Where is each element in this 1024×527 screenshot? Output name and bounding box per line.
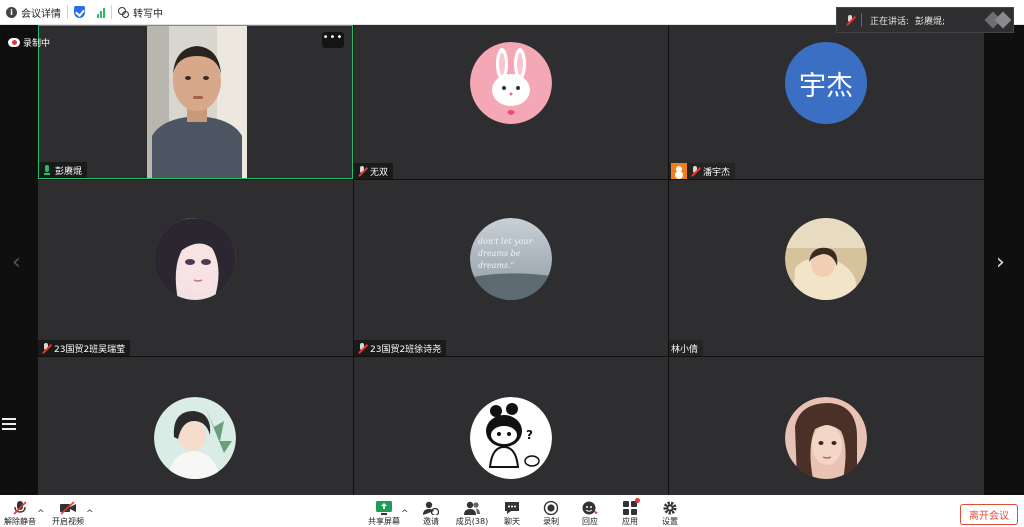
recording-icon <box>8 38 20 47</box>
mic-muted-icon <box>41 342 51 354</box>
participant-name-tag: 彭赓焜 <box>39 162 88 178</box>
speaking-divider <box>861 13 862 27</box>
mic-muted-icon <box>12 500 28 515</box>
participant-avatar <box>154 218 236 300</box>
list-menu-icon[interactable] <box>2 418 16 432</box>
previous-page-arrow[interactable]: ‹ <box>12 250 21 275</box>
react-label: 回应 <box>582 517 598 526</box>
mic-muted-icon <box>845 14 855 26</box>
security-status[interactable] <box>68 0 91 25</box>
participant-name: 23国贸2班吴瑞莹 <box>54 344 126 355</box>
video-tile[interactable] <box>38 357 353 495</box>
apps-button[interactable]: 应用 <box>610 495 650 527</box>
invite-label: 邀请 <box>423 517 439 526</box>
members-icon <box>464 500 480 515</box>
start-video-button[interactable]: 开启视频 <box>48 495 88 527</box>
speaking-name: 彭赓焜; <box>915 16 946 27</box>
avatar-quote-text: don't let your dreams be dreams." <box>478 237 533 270</box>
share-screen-icon <box>376 500 392 515</box>
apps-label: 应用 <box>622 517 638 526</box>
mic-muted-icon <box>357 165 367 177</box>
mic-on-icon <box>42 164 52 176</box>
audio-options-caret[interactable]: ^ <box>37 509 45 519</box>
participant-avatar <box>154 397 236 479</box>
participant-name-tag: 23国贸2班徐诗尧 <box>354 340 447 356</box>
signal-icon <box>97 7 105 18</box>
chat-button[interactable]: 聊天 <box>492 495 532 527</box>
unmute-label: 解除静音 <box>4 517 36 526</box>
gear-icon <box>662 500 678 515</box>
participant-avatar <box>785 397 867 479</box>
participant-name: 潘宇杰 <box>703 167 731 178</box>
participant-name: 彭赓焜 <box>55 166 83 177</box>
video-grid: ••• 彭赓焜 无双 宇杰 潘宇杰 23国贸2班吴瑞莹 don't let yo… <box>38 25 984 495</box>
members-button[interactable]: 成员(38) <box>450 495 494 527</box>
apps-icon <box>622 498 640 515</box>
unmute-button[interactable]: 解除静音 <box>0 495 40 527</box>
participant-name-tag: 无双 <box>354 163 394 179</box>
participant-avatar: ? <box>470 397 552 479</box>
recording-label: 录制中 <box>23 39 51 49</box>
leave-meeting-button[interactable]: 离开会议 <box>960 504 1018 525</box>
bottom-toolbar: 解除静音 ^ 开启视频 ^ 共享屏幕 ^ 邀请 成员(38) 聊天 录制 回应 … <box>0 495 1024 527</box>
chat-label: 聊天 <box>504 517 520 526</box>
share-screen-button[interactable]: 共享屏幕 <box>364 495 404 527</box>
participant-avatar <box>785 218 867 300</box>
tile-more-button[interactable]: ••• <box>322 32 344 48</box>
react-button[interactable]: 回应 <box>570 495 610 527</box>
react-icon <box>582 500 598 515</box>
speaking-label: 正在讲话: <box>870 16 910 27</box>
meeting-details-label: 会议详情 <box>21 8 61 20</box>
host-badge-icon <box>671 163 687 179</box>
record-label: 录制 <box>543 517 559 526</box>
mic-muted-icon <box>357 342 367 354</box>
participant-name-tag: 潘宇杰 <box>669 163 736 179</box>
info-icon: i <box>6 6 17 18</box>
share-options-caret[interactable]: ^ <box>401 509 409 519</box>
participant-name: 无双 <box>370 167 389 178</box>
invite-button[interactable]: 邀请 <box>411 495 451 527</box>
participant-avatar <box>470 42 552 124</box>
video-tile[interactable]: ? <box>354 357 668 495</box>
next-page-arrow[interactable]: › <box>996 250 1005 275</box>
video-tile[interactable]: 无双 <box>354 25 668 179</box>
participant-avatar: 宇杰 <box>785 42 867 124</box>
apps-notification-dot <box>635 498 640 503</box>
chat-icon <box>504 500 520 514</box>
participant-name-tag: 23国贸2班吴瑞莹 <box>38 340 131 356</box>
speaking-indicator: 正在讲话: 彭赓焜; <box>836 7 1014 33</box>
transcribe-icon <box>118 6 129 18</box>
video-tile[interactable]: don't let your dreams be dreams." 23国贸2班… <box>354 180 668 356</box>
video-tile[interactable]: 23国贸2班吴瑞莹 <box>38 180 353 356</box>
video-tile[interactable]: ••• 彭赓焜 <box>38 25 353 179</box>
recording-badge: 录制中 <box>8 36 50 49</box>
video-options-caret[interactable]: ^ <box>86 509 94 519</box>
settings-button[interactable]: 设置 <box>650 495 690 527</box>
record-icon <box>543 500 559 516</box>
record-button[interactable]: 录制 <box>531 495 571 527</box>
settings-label: 设置 <box>662 517 678 526</box>
shield-icon <box>74 6 85 18</box>
participant-name: 林小倩 <box>671 344 699 355</box>
invite-user-icon <box>423 500 440 517</box>
meeting-details-button[interactable]: i 会议详情 <box>0 0 67 25</box>
video-tile[interactable] <box>669 357 984 495</box>
avatar-initials: 宇杰 <box>799 70 853 102</box>
members-label: 成员(38) <box>455 517 489 526</box>
svg-text:?: ? <box>526 428 533 442</box>
participant-name-tag: 林小倩 <box>669 340 704 356</box>
network-status[interactable] <box>91 0 111 25</box>
transcribing-label: 转写中 <box>133 8 163 20</box>
video-tile[interactable]: 林小倩 <box>669 180 984 356</box>
video-tile[interactable]: 宇杰 潘宇杰 <box>669 25 984 179</box>
start-video-label: 开启视频 <box>52 517 84 526</box>
transcribing-button[interactable]: 转写中 <box>112 0 169 25</box>
view-toggle-icon[interactable] <box>994 11 1012 29</box>
share-screen-label: 共享屏幕 <box>368 517 400 526</box>
mic-muted-icon <box>690 165 700 177</box>
camera-off-icon <box>60 500 76 515</box>
participant-name: 23国贸2班徐诗尧 <box>370 344 442 355</box>
participant-video <box>147 26 247 178</box>
